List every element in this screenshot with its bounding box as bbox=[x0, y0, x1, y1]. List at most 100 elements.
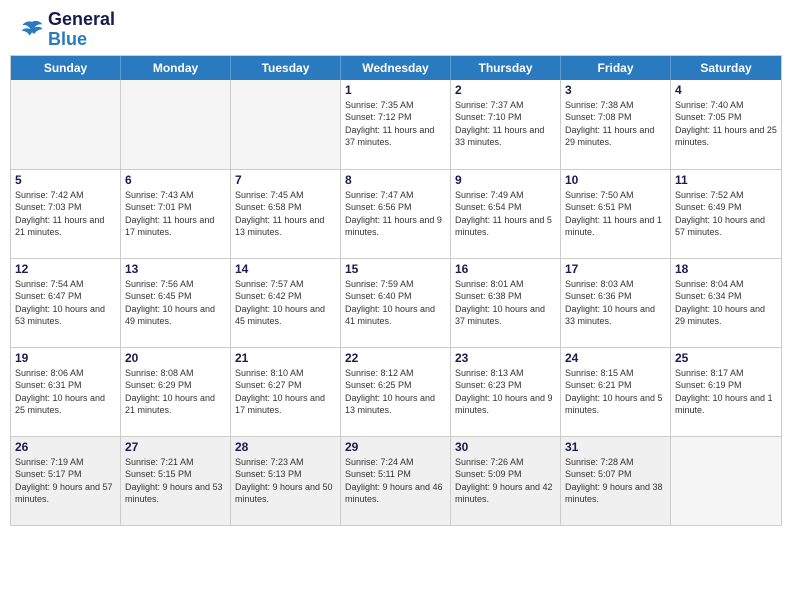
day-info: Sunrise: 7:49 AMSunset: 6:54 PMDaylight:… bbox=[455, 189, 556, 239]
day-number: 30 bbox=[455, 440, 556, 454]
calendar-body: 1 Sunrise: 7:35 AMSunset: 7:12 PMDaylight… bbox=[11, 80, 781, 525]
day-info: Sunrise: 7:28 AMSunset: 5:07 PMDaylight:… bbox=[565, 456, 666, 506]
day-info: Sunrise: 7:38 AMSunset: 7:08 PMDaylight:… bbox=[565, 99, 666, 149]
calendar-cell: 25 Sunrise: 8:17 AMSunset: 6:19 PMDayligh… bbox=[671, 348, 781, 436]
calendar-cell: 20Sunrise: 8:08 AMSunset: 6:29 PMDayligh… bbox=[121, 348, 231, 436]
day-number: 9 bbox=[455, 173, 556, 187]
day-number: 25 bbox=[675, 351, 777, 365]
calendar-cell: 12Sunrise: 7:54 AMSunset: 6:47 PMDayligh… bbox=[11, 259, 121, 347]
calendar-cell bbox=[11, 80, 121, 169]
calendar-cell: 17 Sunrise: 8:03 AMSunset: 6:36 PMDayligh… bbox=[561, 259, 671, 347]
day-info: Sunrise: 8:03 AMSunset: 6:36 PMDaylight:… bbox=[565, 278, 666, 328]
calendar-cell bbox=[121, 80, 231, 169]
day-info: Sunrise: 7:57 AMSunset: 6:42 PMDaylight:… bbox=[235, 278, 336, 328]
day-info: Sunrise: 7:37 AMSunset: 7:10 PMDaylight:… bbox=[455, 99, 556, 149]
day-info: Sunrise: 7:43 AMSunset: 7:01 PMDaylight:… bbox=[125, 189, 226, 239]
day-number: 16 bbox=[455, 262, 556, 276]
day-info: Sunrise: 7:52 AMSunset: 6:49 PMDaylight:… bbox=[675, 189, 777, 239]
day-info: Sunrise: 8:15 AMSunset: 6:21 PMDaylight:… bbox=[565, 367, 666, 417]
calendar-week: 5 Sunrise: 7:42 AMSunset: 7:03 PMDaylight… bbox=[11, 169, 781, 258]
day-number: 31 bbox=[565, 440, 666, 454]
day-info: Sunrise: 8:12 AMSunset: 6:25 PMDaylight:… bbox=[345, 367, 446, 417]
calendar-cell: 5 Sunrise: 7:42 AMSunset: 7:03 PMDaylight… bbox=[11, 170, 121, 258]
day-info: Sunrise: 7:19 AMSunset: 5:17 PMDaylight:… bbox=[15, 456, 116, 506]
day-info: Sunrise: 7:45 AMSunset: 6:58 PMDaylight:… bbox=[235, 189, 336, 239]
calendar-cell: 19 Sunrise: 8:06 AMSunset: 6:31 PMDayligh… bbox=[11, 348, 121, 436]
calendar-cell: 8Sunrise: 7:47 AMSunset: 6:56 PMDaylight… bbox=[341, 170, 451, 258]
day-info: Sunrise: 7:24 AMSunset: 5:11 PMDaylight:… bbox=[345, 456, 446, 506]
day-info: Sunrise: 7:42 AMSunset: 7:03 PMDaylight:… bbox=[15, 189, 116, 239]
day-info: Sunrise: 7:26 AMSunset: 5:09 PMDaylight:… bbox=[455, 456, 556, 506]
calendar-week: 12Sunrise: 7:54 AMSunset: 6:47 PMDayligh… bbox=[11, 258, 781, 347]
day-number: 26 bbox=[15, 440, 116, 454]
day-info: Sunrise: 8:13 AMSunset: 6:23 PMDaylight:… bbox=[455, 367, 556, 417]
weekday-header: Friday bbox=[561, 56, 671, 80]
weekday-header: Wednesday bbox=[341, 56, 451, 80]
day-number: 2 bbox=[455, 83, 556, 97]
calendar-cell: 29 Sunrise: 7:24 AMSunset: 5:11 PMDayligh… bbox=[341, 437, 451, 525]
calendar-cell: 10 Sunrise: 7:50 AMSunset: 6:51 PMDayligh… bbox=[561, 170, 671, 258]
calendar-cell: 7 Sunrise: 7:45 AMSunset: 6:58 PMDaylight… bbox=[231, 170, 341, 258]
day-info: Sunrise: 7:56 AMSunset: 6:45 PMDaylight:… bbox=[125, 278, 226, 328]
day-number: 1 bbox=[345, 83, 446, 97]
day-info: Sunrise: 8:08 AMSunset: 6:29 PMDaylight:… bbox=[125, 367, 226, 417]
day-number: 22 bbox=[345, 351, 446, 365]
weekday-header: Tuesday bbox=[231, 56, 341, 80]
calendar-cell: 28Sunrise: 7:23 AMSunset: 5:13 PMDayligh… bbox=[231, 437, 341, 525]
weekday-header: Sunday bbox=[11, 56, 121, 80]
calendar-cell: 9 Sunrise: 7:49 AMSunset: 6:54 PMDaylight… bbox=[451, 170, 561, 258]
day-number: 5 bbox=[15, 173, 116, 187]
day-info: Sunrise: 8:04 AMSunset: 6:34 PMDaylight:… bbox=[675, 278, 777, 328]
day-number: 29 bbox=[345, 440, 446, 454]
day-number: 24 bbox=[565, 351, 666, 365]
calendar-cell: 3 Sunrise: 7:38 AMSunset: 7:08 PMDaylight… bbox=[561, 80, 671, 169]
day-number: 17 bbox=[565, 262, 666, 276]
logo-icon bbox=[20, 18, 44, 42]
day-info: Sunrise: 7:50 AMSunset: 6:51 PMDaylight:… bbox=[565, 189, 666, 239]
day-number: 10 bbox=[565, 173, 666, 187]
day-number: 7 bbox=[235, 173, 336, 187]
calendar-cell bbox=[671, 437, 781, 525]
day-number: 13 bbox=[125, 262, 226, 276]
calendar-cell: 31 Sunrise: 7:28 AMSunset: 5:07 PMDayligh… bbox=[561, 437, 671, 525]
weekday-header: Saturday bbox=[671, 56, 781, 80]
calendar-cell: 30 Sunrise: 7:26 AMSunset: 5:09 PMDayligh… bbox=[451, 437, 561, 525]
weekday-header: Monday bbox=[121, 56, 231, 80]
day-info: Sunrise: 8:17 AMSunset: 6:19 PMDaylight:… bbox=[675, 367, 777, 417]
day-number: 21 bbox=[235, 351, 336, 365]
day-number: 23 bbox=[455, 351, 556, 365]
calendar-cell: 13 Sunrise: 7:56 AMSunset: 6:45 PMDayligh… bbox=[121, 259, 231, 347]
calendar-week: 19 Sunrise: 8:06 AMSunset: 6:31 PMDayligh… bbox=[11, 347, 781, 436]
calendar-cell: 24 Sunrise: 8:15 AMSunset: 6:21 PMDayligh… bbox=[561, 348, 671, 436]
calendar: SundayMondayTuesdayWednesdayThursdayFrid… bbox=[10, 55, 782, 526]
day-number: 3 bbox=[565, 83, 666, 97]
calendar-cell: 2 Sunrise: 7:37 AMSunset: 7:10 PMDaylight… bbox=[451, 80, 561, 169]
calendar-cell: 27Sunrise: 7:21 AMSunset: 5:15 PMDayligh… bbox=[121, 437, 231, 525]
day-number: 18 bbox=[675, 262, 777, 276]
day-number: 4 bbox=[675, 83, 777, 97]
page-header: General Blue bbox=[0, 0, 792, 55]
day-info: Sunrise: 8:06 AMSunset: 6:31 PMDaylight:… bbox=[15, 367, 116, 417]
day-info: Sunrise: 8:01 AMSunset: 6:38 PMDaylight:… bbox=[455, 278, 556, 328]
calendar-cell: 21 Sunrise: 8:10 AMSunset: 6:27 PMDayligh… bbox=[231, 348, 341, 436]
day-number: 12 bbox=[15, 262, 116, 276]
calendar-cell: 22 Sunrise: 8:12 AMSunset: 6:25 PMDayligh… bbox=[341, 348, 451, 436]
day-info: Sunrise: 7:59 AMSunset: 6:40 PMDaylight:… bbox=[345, 278, 446, 328]
calendar-cell: 16 Sunrise: 8:01 AMSunset: 6:38 PMDayligh… bbox=[451, 259, 561, 347]
calendar-cell: 15Sunrise: 7:59 AMSunset: 6:40 PMDayligh… bbox=[341, 259, 451, 347]
calendar-cell: 6Sunrise: 7:43 AMSunset: 7:01 PMDaylight… bbox=[121, 170, 231, 258]
day-info: Sunrise: 7:35 AMSunset: 7:12 PMDaylight:… bbox=[345, 99, 446, 149]
day-number: 11 bbox=[675, 173, 777, 187]
logo-text: General Blue bbox=[48, 10, 115, 50]
weekday-header: Thursday bbox=[451, 56, 561, 80]
day-number: 8 bbox=[345, 173, 446, 187]
day-number: 19 bbox=[15, 351, 116, 365]
calendar-week: 26 Sunrise: 7:19 AMSunset: 5:17 PMDayligh… bbox=[11, 436, 781, 525]
calendar-cell bbox=[231, 80, 341, 169]
calendar-cell: 4Sunrise: 7:40 AMSunset: 7:05 PMDaylight… bbox=[671, 80, 781, 169]
calendar-cell: 26 Sunrise: 7:19 AMSunset: 5:17 PMDayligh… bbox=[11, 437, 121, 525]
logo: General Blue bbox=[20, 10, 115, 50]
calendar-header: SundayMondayTuesdayWednesdayThursdayFrid… bbox=[11, 56, 781, 80]
day-info: Sunrise: 8:10 AMSunset: 6:27 PMDaylight:… bbox=[235, 367, 336, 417]
calendar-cell: 1 Sunrise: 7:35 AMSunset: 7:12 PMDaylight… bbox=[341, 80, 451, 169]
